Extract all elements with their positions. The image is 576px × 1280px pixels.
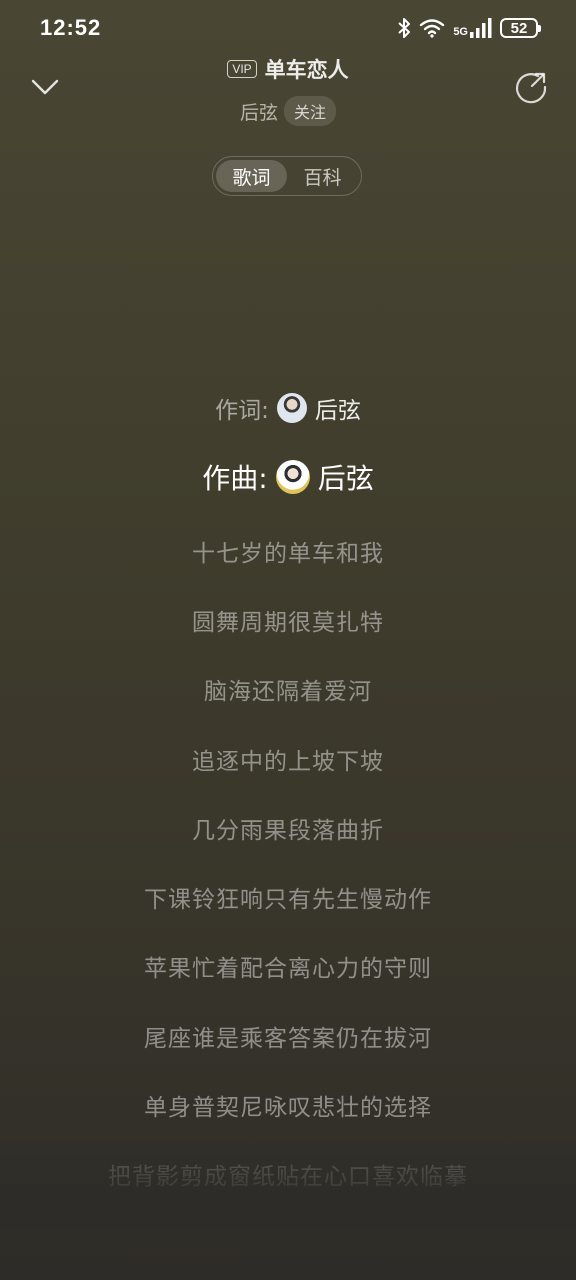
lyrics-tabs: 歌词 百科 [212,156,362,196]
lyric-line[interactable]: 几分雨果段落曲折 [0,793,576,862]
lyric-line[interactable]: 尾座谁是乘客答案仍在拔河 [0,1001,576,1070]
battery-indicator: 52 [500,18,541,38]
lyric-line[interactable]: 单身普契尼咏叹悲壮的选择 [0,1070,576,1139]
song-title: 单车恋人 [264,58,349,82]
lyric-line[interactable]: 脑海还隔着爱河 [0,655,576,724]
tab-encyclopedia[interactable]: 百科 [287,160,358,192]
lyric-line[interactable]: 把背影剪成窗纸贴在心口喜欢临摹 [0,1140,576,1208]
artist-row: 后弦 关注 [0,96,576,126]
status-time: 12:52 [40,15,102,40]
status-bar: 12:52 5G 52 [0,0,576,56]
composer-label: 作曲: [202,462,268,495]
song-title-row: VIP 单车恋人 [0,54,576,84]
lyricist-avatar[interactable] [276,393,307,423]
lyric-line[interactable]: 追逐中的上坡下坡 [0,724,576,793]
composer-name[interactable]: 后弦 [318,457,374,497]
artist-name[interactable]: 后弦 [240,98,278,125]
lyric-line[interactable]: 圆舞周期很莫扎特 [0,585,576,654]
bluetooth-icon [397,17,411,39]
lyrics-panel[interactable]: 作词: 后弦 作曲: 后弦 十七岁的单车和我 圆舞周期很莫扎特 脑海还隔着爱河 … [0,378,576,1208]
network-type: 5G [453,26,468,38]
lyric-line[interactable]: 苹果忙着配合离心力的守则 [0,932,576,1001]
composer-avatar[interactable] [275,460,310,494]
vip-badge: VIP [227,60,257,78]
share-button[interactable] [512,70,550,108]
lyric-line[interactable]: 十七岁的单车和我 [0,516,576,585]
share-icon [514,70,548,108]
tab-lyrics[interactable]: 歌词 [216,160,287,192]
composer-credit: 作曲: 后弦 [0,438,576,516]
status-icons: 5G 52 [397,17,541,39]
wifi-icon [419,18,445,38]
signal-icon: 5G [453,18,492,38]
follow-button[interactable]: 关注 [284,96,337,126]
lyricist-credit: 作词: 后弦 [0,378,576,438]
lyricist-label: 作词: [215,398,269,424]
lyricist-name[interactable]: 后弦 [315,391,361,425]
lyric-line[interactable]: 下课铃狂响只有先生慢动作 [0,862,576,931]
